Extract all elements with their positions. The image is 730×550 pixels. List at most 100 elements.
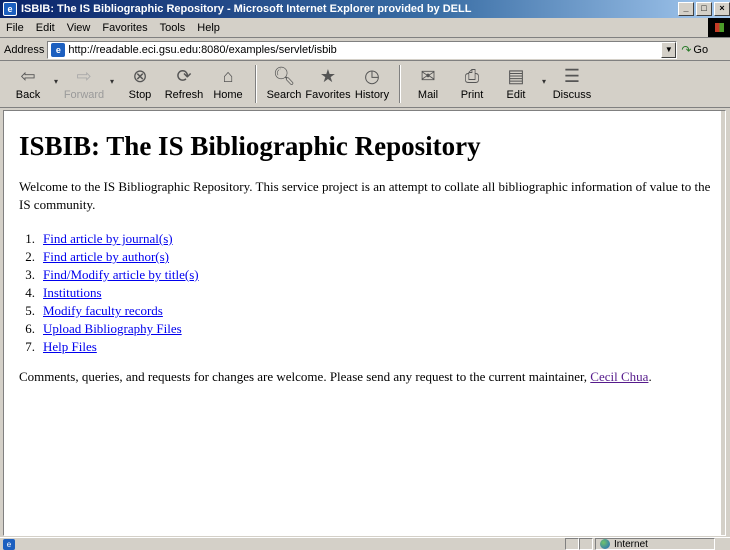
list-item: 1. Find article by journal(s) [19,230,199,248]
comments-paragraph: Comments, queries, and requests for chan… [19,368,652,386]
page-status-icon: e [3,538,15,550]
security-zone: Internet [595,538,715,550]
home-button[interactable]: ⌂ Home [206,62,250,106]
list-item: 7. Help Files [19,338,199,356]
go-arrow-icon: ↷ [681,42,692,57]
history-icon: ◷ [364,65,380,86]
refresh-button[interactable]: ⟳ Refresh [162,62,206,106]
link-help-files[interactable]: Help Files [43,338,97,356]
back-button[interactable]: ⇦ Back [6,62,50,106]
ie-icon: e [3,2,17,16]
edit-button[interactable]: ▤ Edit [494,62,538,106]
refresh-label: Refresh [164,89,204,101]
back-dropdown-icon[interactable]: ▾ [50,62,62,86]
search-button[interactable]: 🔍︎ Search [262,62,306,106]
address-input[interactable]: e http://readable.eci.gsu.edu:8080/examp… [47,40,678,59]
link-find-by-author[interactable]: Find article by author(s) [43,248,169,266]
forward-button[interactable]: ⇨ Forward [62,62,106,106]
list-item: 5. Modify faculty records [19,302,199,320]
toolbar-separator [399,65,401,103]
menu-tools[interactable]: Tools [154,22,192,34]
zone-label: Internet [614,538,648,550]
maximize-button[interactable]: □ [696,2,712,16]
mail-button[interactable]: ✉ Mail [406,62,450,106]
stop-icon: ⊗ [132,65,148,86]
menu-file[interactable]: File [0,22,30,34]
list-number: 5. [25,303,35,318]
list-number: 6. [25,321,35,336]
link-institutions[interactable]: Institutions [43,284,102,302]
forward-label: Forward [63,89,105,101]
menu-bar: File Edit View Favorites Tools Help [0,18,730,38]
link-find-modify-by-title[interactable]: Find/Modify article by title(s) [43,266,199,284]
address-bar: Address e http://readable.eci.gsu.edu:80… [0,39,730,61]
printer-icon: ⎙ [464,65,480,86]
intro-paragraph: Welcome to the IS Bibliographic Reposito… [19,179,711,212]
list-number: 4. [25,285,35,300]
mail-label: Mail [417,89,439,101]
refresh-icon: ⟳ [176,65,192,86]
status-cell-progress [565,538,579,550]
status-cell-secure [579,538,593,550]
globe-icon [600,539,610,549]
favorites-folder-icon: ★ [319,65,337,86]
comments-end: . [648,369,652,384]
list-item: 6. Upload Bibliography Files [19,320,199,338]
list-item: 4. Institutions [19,284,199,302]
forward-dropdown-icon[interactable]: ▾ [106,62,118,86]
favorites-button[interactable]: ★ Favorites [305,62,351,106]
comments-text: Comments, queries, and requests for chan… [19,369,591,384]
go-button[interactable]: ↷ Go [681,43,708,57]
stop-button[interactable]: ⊗ Stop [118,62,162,106]
menu-help[interactable]: Help [191,22,226,34]
minimize-button[interactable]: _ [678,2,694,16]
print-label: Print [460,89,484,101]
address-dropdown-icon[interactable]: ▼ [661,41,677,58]
page-content: ISBIB: The IS Bibliographic Repository W… [3,110,726,536]
link-list: 1. Find article by journal(s) 2. Find ar… [19,230,199,356]
link-modify-faculty[interactable]: Modify faculty records [43,302,163,320]
address-url[interactable]: http://readable.eci.gsu.edu:8080/example… [68,44,336,56]
title-bar: e ISBIB: The IS Bibliographic Repository… [0,0,730,18]
print-button[interactable]: ⎙ Print [450,62,494,106]
maintainer-link[interactable]: Cecil Chua [590,369,648,384]
close-button[interactable]: × [714,2,730,16]
list-number: 7. [25,339,35,354]
forward-arrow-icon: ⇨ [76,65,92,86]
favorites-label: Favorites [305,89,351,101]
search-icon: 🔍︎ [272,65,296,86]
back-arrow-icon: ⇦ [20,65,36,86]
page-title: ISBIB: The IS Bibliographic Repository [19,131,481,161]
status-bar: e Internet [0,537,730,550]
back-label: Back [15,89,41,101]
menu-edit[interactable]: Edit [30,22,61,34]
edit-dropdown-icon[interactable]: ▾ [538,62,550,86]
list-number: 2. [25,249,35,264]
list-number: 1. [25,231,35,246]
history-label: History [354,89,390,101]
list-item: 2. Find article by author(s) [19,248,199,266]
windows-logo-icon [708,18,730,37]
link-find-by-journal[interactable]: Find article by journal(s) [43,230,173,248]
discuss-icon: ☰ [563,65,581,86]
edit-label: Edit [506,89,526,101]
discuss-button[interactable]: ☰ Discuss [550,62,594,106]
address-label: Address [4,43,45,56]
history-button[interactable]: ◷ History [350,62,394,106]
home-label: Home [213,89,243,101]
list-item: 3. Find/Modify article by title(s) [19,266,199,284]
window-controls: _ □ × [676,2,730,16]
home-icon: ⌂ [222,65,234,86]
edit-document-icon: ▤ [507,65,525,86]
menu-favorites[interactable]: Favorites [96,22,153,34]
scrollbar-edge[interactable] [721,111,725,535]
discuss-label: Discuss [552,89,592,101]
link-upload-bibliography[interactable]: Upload Bibliography Files [43,320,182,338]
go-label: Go [693,43,709,56]
toolbar-separator [255,65,257,103]
menu-view[interactable]: View [61,22,97,34]
toolbar: ⇦ Back ▾ ⇨ Forward ▾ ⊗ Stop ⟳ Refresh ⌂ … [0,62,730,108]
mail-icon: ✉ [420,65,436,86]
page-icon: e [51,42,66,57]
stop-label: Stop [128,89,152,101]
